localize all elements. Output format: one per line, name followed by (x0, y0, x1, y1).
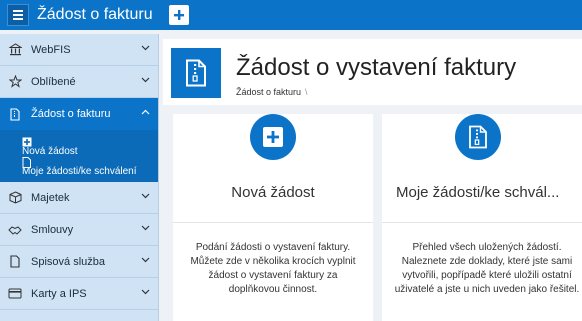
add-button[interactable] (168, 5, 189, 25)
document-icon (22, 157, 31, 168)
file-icon (8, 255, 22, 269)
header-icon-box (171, 48, 221, 98)
zip-document-icon (469, 125, 487, 149)
submenu-item-moje-zadosti[interactable]: Moje žádosti/ke schválení (0, 156, 158, 177)
star-icon (8, 75, 22, 89)
sidebar-item-webfis[interactable]: WebFIS (0, 34, 158, 66)
chevron-down-icon (141, 257, 150, 263)
breadcrumb-separator: \ (305, 87, 308, 97)
plus-square-icon (22, 137, 32, 147)
page-header: Žádost o vystavení faktury Žádost o fakt… (163, 39, 582, 105)
chevron-down-icon (141, 77, 150, 83)
sidebar-item-label: Karty a IPS (31, 287, 87, 300)
sidebar-item-label: Oblíbené (31, 75, 76, 88)
card-description: Přehled všech uložených žádostí. Nalezne… (394, 242, 580, 295)
app-title: Žádost o fakturu (37, 6, 153, 23)
handshake-icon (8, 223, 22, 237)
document-icon (8, 107, 22, 121)
card-divider (382, 222, 582, 223)
submenu-item-nova-zadost[interactable]: Nová žádost (0, 136, 158, 157)
sidebar-item-majetek[interactable]: Majetek (0, 182, 158, 214)
plus-icon (173, 10, 184, 20)
sidebar-item-label: Smlouvy (31, 223, 74, 236)
card-divider (173, 222, 373, 223)
hamburger-icon (13, 10, 23, 12)
card-new-request[interactable]: Nová žádost Podání žádosti o vystavení f… (173, 114, 373, 321)
chevron-down-icon (141, 289, 150, 295)
top-bar: Žádost o fakturu (0, 0, 582, 30)
submenu-item-label: Moje žádosti/ke schválení (22, 165, 137, 177)
sidebar-item-label: Majetek (31, 191, 70, 204)
sidebar-item-zadost-o-fakturu[interactable]: Žádost o fakturu (0, 98, 158, 130)
card-icon-circle (455, 114, 501, 160)
sidebar: WebFIS Oblíbené Žádost o fakturu Nová žá… (0, 34, 159, 321)
card-my-requests[interactable]: Moje žádosti/ke schvál... Přehled všech … (382, 114, 582, 321)
card-title: Moje žádosti/ke schvál... (396, 184, 560, 201)
card-description: Podání žádosti o vystavení faktury. Může… (190, 242, 356, 295)
sidebar-item-smlouvy[interactable]: Smlouvy (0, 214, 158, 246)
menu-toggle-button[interactable] (7, 4, 29, 26)
breadcrumb: Žádost o fakturu \ (236, 87, 308, 97)
breadcrumb-item[interactable]: Žádost o fakturu (236, 87, 301, 97)
chevron-up-icon (141, 109, 150, 115)
sidebar-item-label: WebFIS (31, 43, 71, 56)
page-title: Žádost o vystavení faktury (236, 54, 517, 81)
chevron-down-icon (141, 193, 150, 199)
sidebar-item-karty-a-ips[interactable]: Karty a IPS (0, 278, 158, 310)
chevron-down-icon (141, 45, 150, 51)
plus-square-icon (263, 127, 283, 147)
sidebar-item-spisova-sluzba[interactable]: Spisová služba (0, 246, 158, 278)
cube-icon (8, 191, 22, 205)
sidebar-item-label: Spisová služba (31, 255, 105, 268)
submenu: Nová žádost Moje žádosti/ke schválení (0, 130, 158, 182)
card-icon-circle (250, 114, 296, 160)
card-title: Nová žádost (231, 184, 315, 201)
sidebar-item-label: Žádost o fakturu (31, 108, 111, 120)
bank-icon (8, 43, 22, 57)
zip-document-icon (186, 59, 206, 87)
chevron-down-icon (141, 225, 150, 231)
sidebar-item-oblibene[interactable]: Oblíbené (0, 66, 158, 98)
main-content: Žádost o vystavení faktury Žádost o fakt… (160, 34, 582, 321)
credit-card-icon (8, 287, 22, 301)
